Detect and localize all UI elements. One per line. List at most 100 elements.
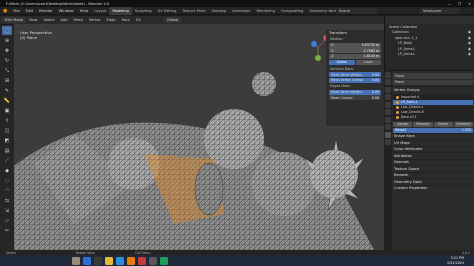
outliner-item[interactable]: LP_Arms.L ◉	[385, 52, 474, 58]
minimize-button[interactable]: —	[447, 2, 452, 6]
view-layer-selector[interactable]: ViewLayer	[420, 8, 460, 14]
maximize-button[interactable]: ❐	[457, 2, 462, 6]
output-tab-icon[interactable]	[385, 86, 391, 93]
tab-modeling[interactable]: Modeling	[109, 6, 132, 15]
menu-face[interactable]: Face	[119, 18, 133, 22]
cursor-tool-icon[interactable]: ⊕	[2, 36, 12, 45]
menu-edge[interactable]: Edge	[104, 18, 119, 22]
material-tab-icon[interactable]	[385, 139, 391, 145]
rotate-tool-icon[interactable]: ↻	[2, 56, 12, 65]
app-icon[interactable]	[159, 256, 168, 265]
menu-select[interactable]: Select	[40, 18, 57, 22]
space-local-button[interactable]: Local	[355, 59, 381, 65]
menu-render[interactable]: Render	[36, 8, 56, 13]
measure-tool-icon[interactable]: 📏	[2, 96, 12, 105]
modifier-tab-icon[interactable]	[385, 124, 391, 130]
shrink-fatten-tool-icon[interactable]: ⇲	[2, 206, 12, 215]
remove-button[interactable]: Remove	[413, 121, 433, 127]
object-tab-icon[interactable]	[385, 116, 391, 123]
median-x-field[interactable]: X: 0.93705 m	[329, 42, 381, 48]
eye-icon[interactable]: ◉	[468, 52, 471, 56]
tab-layout[interactable]: Layout	[91, 7, 109, 15]
render-tab-icon[interactable]	[385, 79, 391, 85]
smooth-tool-icon[interactable]: ◠	[2, 186, 12, 195]
extrude-tool-icon[interactable]: ⇧	[2, 116, 12, 125]
system-clock[interactable]: 5:21 PM 2/24/2024	[447, 256, 464, 265]
poly-build-tool-icon[interactable]: ◆	[2, 166, 12, 175]
edge-slide-tool-icon[interactable]: ⇆	[2, 196, 12, 205]
blender-logo-icon[interactable]: ●	[0, 8, 10, 14]
weight-slider[interactable]: Weight 1.000	[393, 127, 473, 133]
tab-sculpting[interactable]: Sculpting	[132, 7, 155, 15]
tab-compositing[interactable]: Compositing	[278, 7, 307, 15]
mean-bevel-weight-vertex-field[interactable]: Mean Bevel Weight: 0.00	[329, 72, 381, 77]
search-icon[interactable]	[93, 256, 102, 265]
custom-properties-section[interactable]: Custom Properties	[393, 184, 473, 192]
deselect-button[interactable]: Deselect	[453, 121, 473, 127]
file-explorer-icon[interactable]	[104, 256, 113, 265]
windows-taskbar: 5:21 PM 2/24/2024	[0, 255, 474, 266]
select-box-tool-icon[interactable]: ⬚	[2, 26, 12, 35]
menu-file[interactable]: File	[10, 8, 22, 13]
tab-uv-editing[interactable]: UV Editing	[155, 7, 180, 15]
loop-cut-tool-icon[interactable]: ▤	[2, 146, 12, 155]
median-z-field[interactable]: Z: 1.6143 m	[329, 53, 381, 59]
shear-tool-icon[interactable]: ▱	[2, 216, 12, 225]
rip-tool-icon[interactable]: ✂	[2, 226, 12, 235]
select-button[interactable]: Select	[433, 121, 453, 127]
menu-view[interactable]: View	[26, 18, 41, 22]
window-controls: — ❐ ✕	[447, 0, 472, 7]
menu-mesh[interactable]: Mesh	[71, 18, 86, 22]
vertex-group-item[interactable]: Base.013	[393, 115, 473, 120]
eye-icon[interactable]: ◉	[468, 41, 471, 45]
move-tool-icon[interactable]: ✥	[2, 46, 12, 55]
app-icon[interactable]	[137, 256, 146, 265]
blender-app-icon[interactable]	[126, 256, 135, 265]
median-y-field[interactable]: Y: -2.7963 m	[329, 48, 381, 53]
inset-tool-icon[interactable]: ◫	[2, 126, 12, 135]
world-tab-icon[interactable]	[385, 109, 391, 115]
tab-rendering[interactable]: Rendering	[254, 7, 278, 15]
add-cube-tool-icon[interactable]: ▣	[2, 106, 12, 115]
annotate-tool-icon[interactable]: ✎	[2, 86, 12, 95]
mode-selector[interactable]: Edit Mode	[2, 17, 26, 23]
vertex-groups-section[interactable]: Vertex Groups	[393, 86, 473, 93]
menu-add[interactable]: Add	[58, 18, 71, 22]
scale-tool-icon[interactable]: ⤡	[2, 66, 12, 75]
assign-button[interactable]: Assign	[393, 121, 413, 127]
eye-icon[interactable]: ◉	[468, 47, 471, 51]
tab-shading[interactable]: Shading	[209, 7, 230, 15]
avatar-icon[interactable]	[71, 256, 80, 265]
eye-icon[interactable]: ◉	[468, 30, 471, 34]
vertex-group-buttons: Assign Remove Select Deselect	[393, 121, 473, 127]
tab-texture-paint[interactable]: Texture Paint	[179, 7, 208, 15]
view-layer-tab-icon[interactable]	[385, 94, 391, 100]
menu-edit[interactable]: Edit	[23, 8, 36, 13]
app-icon[interactable]	[148, 256, 157, 265]
orientation-selector[interactable]: Global	[163, 17, 182, 23]
mesh-data-name-field[interactable]: Plane	[393, 79, 473, 85]
eye-icon[interactable]: ◉	[468, 36, 471, 40]
scene-selector[interactable]: Scene	[336, 8, 378, 14]
mean-crease-field[interactable]: Mean Crease: 0.00	[329, 95, 381, 100]
mean-bevel-weight-edge-field[interactable]: Mean Bevel Weight: 0.00	[329, 89, 381, 95]
edge-browser-icon[interactable]	[115, 256, 124, 265]
scene-tab-icon[interactable]	[385, 101, 391, 108]
menu-window[interactable]: Window	[56, 8, 77, 13]
menu-uv[interactable]: UV	[133, 18, 144, 22]
mean-vertex-crease-field[interactable]: Mean Vertex Crease: 0.00	[329, 77, 381, 83]
status-rotate-hint: Rotate View	[75, 250, 95, 255]
close-button[interactable]: ✕	[467, 2, 472, 6]
menu-vertex[interactable]: Vertex	[86, 18, 104, 22]
windows-start-icon[interactable]	[82, 256, 91, 265]
transform-tool-icon[interactable]: ⊞	[2, 76, 12, 85]
bevel-tool-icon[interactable]: ◩	[2, 136, 12, 145]
knife-tool-icon[interactable]: ⟋	[2, 156, 12, 165]
tool-tab-icon[interactable]	[385, 71, 391, 78]
spin-tool-icon[interactable]: ◌	[2, 176, 12, 185]
tab-animation[interactable]: Animation	[229, 7, 253, 15]
mesh-data-tab-icon[interactable]	[385, 131, 391, 138]
menu-help[interactable]: Help	[77, 8, 92, 13]
object-name-field[interactable]: Plane	[393, 73, 473, 79]
space-global-button[interactable]: Global	[329, 59, 355, 65]
